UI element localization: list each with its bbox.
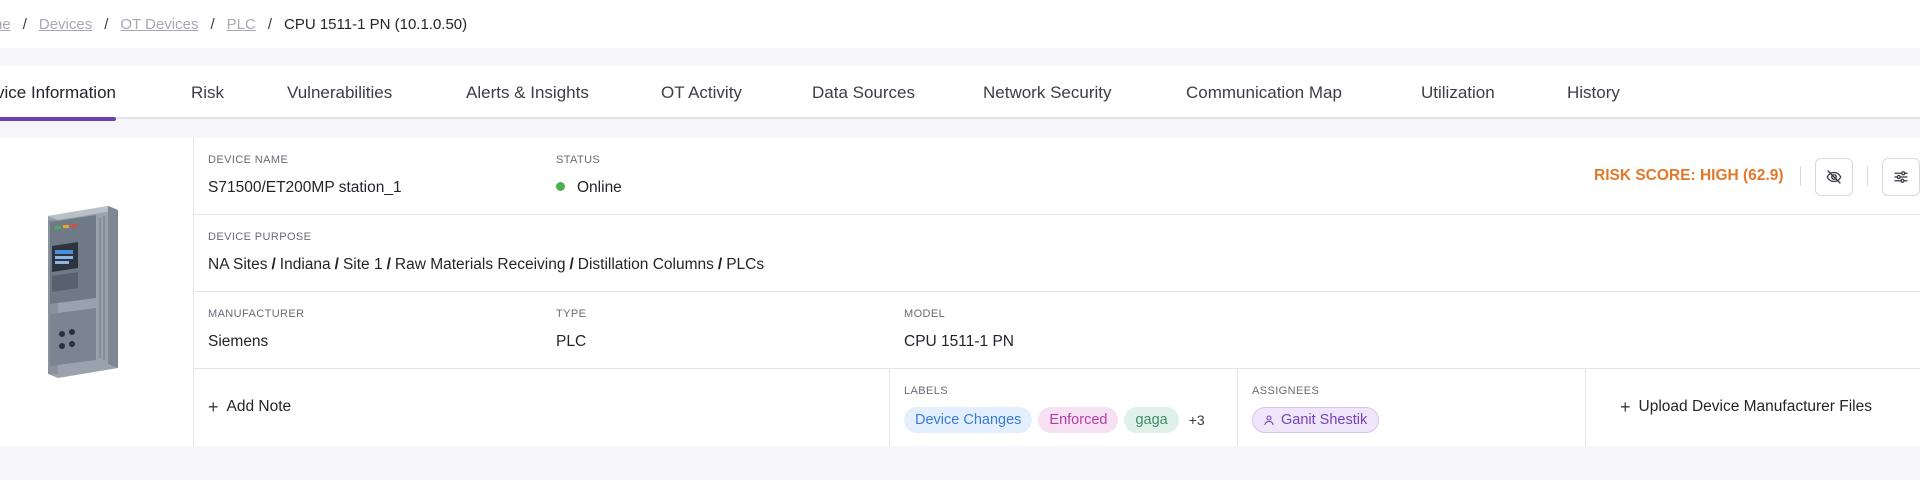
assignees-cell: ASSIGNEES Ganit Shestik [1238,369,1586,446]
purpose-separator: / [271,256,276,273]
status-value: Online [556,179,622,197]
risk-score: RISK SCORE: HIGH (62.9) [1594,167,1784,185]
add-note-button[interactable]: + Add Note [208,398,291,416]
tab-network-security[interactable]: Network Security [983,66,1111,119]
breadcrumb-current: CPU 1511-1 PN (10.1.0.50) [284,15,468,33]
breadcrumb-home-link[interactable]: ne [0,16,11,33]
model-field: MODEL CPU 1511-1 PN [904,308,1014,351]
device-name-value: S71500/ET200MP station_1 [208,179,402,196]
purpose-segment: NA Sites [208,256,268,273]
status-field: STATUS Online [556,154,622,197]
breadcrumb-separator: / [267,15,272,33]
breadcrumb-devices-link[interactable]: Devices [39,16,92,33]
tab-risk[interactable]: Risk [191,66,224,119]
breadcrumb-separator: / [22,15,27,33]
divider [1800,166,1801,186]
labels-cell: LABELS Device Changes Enforced gaga +3 [890,369,1238,446]
plus-icon: + [1620,397,1631,417]
tab-communication-map[interactable]: Communication Map [1186,66,1342,119]
device-purpose-field: DEVICE PURPOSE NA Sites / Indiana / Site 1/R… [208,231,764,274]
tab-data-sources[interactable]: Data Sources [812,66,915,119]
hide-button[interactable] [1815,158,1853,196]
breadcrumb-ot-devices-link[interactable]: OT Devices [120,16,198,33]
eye-off-icon [1826,170,1842,184]
upload-files-button[interactable]: + Upload Device Manufacturer Files [1620,398,1872,416]
risk-score-label: RISK SCORE: [1594,167,1696,184]
device-purpose-label: DEVICE PURPOSE [208,231,312,243]
tab-alerts-insights[interactable]: Alerts & Insights [466,66,589,119]
device-purpose-path: NA Sites / Indiana / Site 1/Raw Materials Re… [208,256,764,274]
purpose-separator: / [386,256,391,273]
breadcrumb-plc-link[interactable]: PLC [227,16,256,33]
device-meta-row: + Add Note LABELS Device Changes Enforce… [194,369,1920,446]
risk-score-value: HIGH (62.9) [1699,167,1784,184]
type-value: PLC [556,333,587,350]
breadcrumb-separator: / [210,15,215,33]
status-text: Online [577,179,622,196]
assignees-list: Ganit Shestik [1252,407,1380,433]
manufacturer-field: MANUFACTURER Siemens [208,308,304,351]
upload-files-label: Upload Device Manufacturer Files [1638,398,1872,415]
model-label: MODEL [904,308,946,320]
breadcrumb: ne / Devices / OT Devices / PLC / CPU 15… [0,0,1920,48]
purpose-segment: Distillation Columns [577,256,714,273]
device-name-field: DEVICE NAME S71500/ET200MP station_1 [208,154,402,197]
type-field: TYPE PLC [556,308,586,351]
add-note-label: Add Note [226,398,292,415]
device-name-row: DEVICE NAME S71500/ET200MP station_1 STA… [194,138,1920,215]
status-label: STATUS [556,154,601,166]
purpose-separator: / [717,256,723,273]
labels-field: LABELS Device Changes Enforced gaga +3 [904,385,1205,433]
tab-vulnerabilities[interactable]: Vulnerabilities [287,66,392,119]
model-value: CPU 1511-1 PN [904,333,1014,350]
device-image-cell [0,138,194,446]
plus-icon: + [208,397,219,417]
status-online-dot-icon [556,182,565,192]
label-chip-gaga[interactable]: gaga [1124,407,1179,433]
purpose-separator: / [569,256,574,273]
purpose-segment: Indiana [279,256,331,273]
assignee-name: Ganit Shestik [1281,412,1368,428]
notes-cell: + Add Note [194,369,890,446]
tab-bar: vice Information Risk Vulnerabilities Al… [0,66,1920,121]
user-icon [1264,415,1274,426]
divider [1867,166,1868,186]
tab-ot-activity[interactable]: OT Activity [661,66,742,119]
label-chip-device-changes[interactable]: Device Changes [904,407,1033,433]
purpose-segment: Raw Materials Receiving [394,256,566,273]
device-info-card: DEVICE NAME S71500/ET200MP station_1 STA… [0,138,1920,446]
device-name-label: DEVICE NAME [208,154,289,166]
breadcrumb-separator: / [104,15,109,33]
manufacturer-label: MANUFACTURER [208,308,305,320]
manufacturer-value: Siemens [208,333,269,350]
device-purpose-row: DEVICE PURPOSE NA Sites / Indiana / Site 1/R… [194,215,1920,292]
upload-cell: + Upload Device Manufacturer Files [1586,369,1920,446]
tab-history[interactable]: History [1567,66,1620,119]
type-label: TYPE [556,308,587,320]
tab-device-information[interactable]: vice Information [0,66,116,121]
labels-chip-list: Device Changes Enforced gaga +3 [904,407,1205,433]
plc-device-image [48,206,118,378]
purpose-segment: PLCs [726,256,765,273]
assignees-title: ASSIGNEES [1252,385,1320,397]
settings-button[interactable] [1882,158,1920,196]
sliders-icon [1894,171,1908,183]
labels-title: LABELS [904,385,948,397]
labels-more-count[interactable]: +3 [1189,412,1205,428]
purpose-separator: / [334,256,339,273]
purpose-segment: Site 1 [342,256,383,273]
assignees-field: ASSIGNEES Ganit Shestik [1252,385,1380,433]
label-chip-enforced[interactable]: Enforced [1038,407,1119,433]
tab-utilization[interactable]: Utilization [1421,66,1495,119]
assignee-chip[interactable]: Ganit Shestik [1252,407,1380,433]
device-specs-row: MANUFACTURER Siemens TYPE PLC MODEL CPU … [194,292,1920,369]
